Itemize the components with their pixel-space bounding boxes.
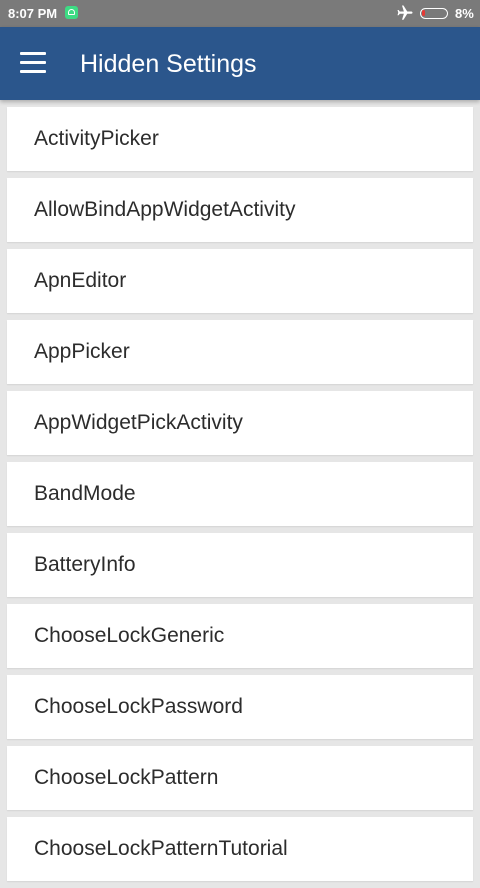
status-bar: 8:07 PM 8% bbox=[0, 0, 480, 27]
status-time: 8:07 PM bbox=[8, 6, 58, 21]
list-item[interactable]: ActivityPicker bbox=[7, 107, 473, 171]
app-toolbar: Hidden Settings bbox=[0, 27, 480, 100]
airplane-mode-icon bbox=[397, 5, 413, 20]
list-item[interactable]: AppPicker bbox=[7, 320, 473, 384]
android-notification-icon bbox=[65, 6, 78, 19]
list-item[interactable]: ChooseLockPatternTutorial bbox=[7, 817, 473, 881]
list-item[interactable]: ChooseLockPassword bbox=[7, 675, 473, 739]
list-item[interactable]: AllowBindAppWidgetActivity bbox=[7, 178, 473, 242]
list-item[interactable]: BandMode bbox=[7, 462, 473, 526]
list-item[interactable]: ChooseLockPattern bbox=[7, 746, 473, 810]
settings-list: ActivityPicker AllowBindAppWidgetActivit… bbox=[7, 107, 473, 888]
page-title: Hidden Settings bbox=[80, 50, 257, 78]
list-item[interactable]: AppWidgetPickActivity bbox=[7, 391, 473, 455]
list-item[interactable]: ChooseLockGeneric bbox=[7, 604, 473, 668]
battery-percent: 8% bbox=[455, 6, 474, 21]
list-item[interactable]: ApnEditor bbox=[7, 249, 473, 313]
battery-icon bbox=[420, 8, 448, 19]
list-item[interactable]: BatteryInfo bbox=[7, 533, 473, 597]
menu-icon[interactable] bbox=[14, 47, 54, 81]
